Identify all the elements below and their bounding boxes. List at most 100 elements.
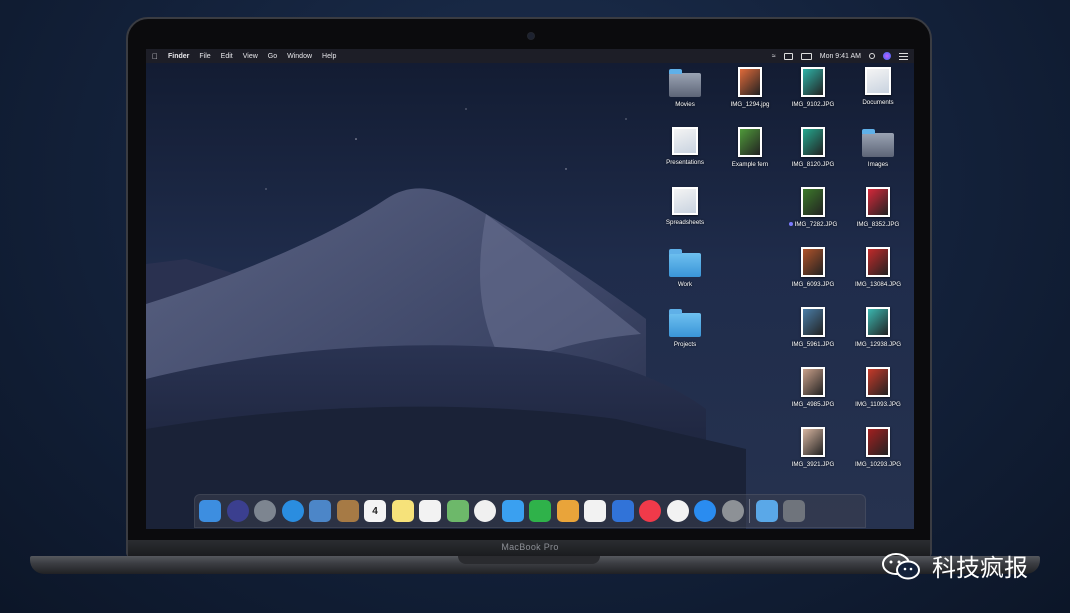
desktop-icon[interactable]: IMG_8352.JPG [848, 187, 908, 228]
document-stack-icon [672, 187, 698, 215]
desktop-icon[interactable]: Example fern [720, 127, 780, 168]
desktop-icon-label: IMG_6093.JPG [783, 281, 843, 288]
desktop-icon[interactable]: IMG_10293.JPG [848, 427, 908, 468]
desktop-icon[interactable]: IMG_1294.jpg [720, 67, 780, 108]
desktop-icon-label: Documents [848, 99, 908, 106]
folder-icon [862, 129, 894, 157]
photo-thumbnail-icon [801, 247, 825, 277]
messages-icon[interactable] [501, 500, 524, 522]
desktop-icon-name: IMG_7282.JPG [794, 221, 838, 228]
calendar-icon[interactable]: 4 [364, 500, 386, 522]
siri-icon[interactable] [883, 52, 891, 60]
photo-thumbnail-icon [738, 127, 762, 157]
photo-thumbnail-icon [801, 367, 825, 397]
desktop-icon-label: IMG_11093.JPG [848, 401, 908, 408]
numbers-icon[interactable] [584, 500, 606, 522]
desktop-icon[interactable]: Work [655, 247, 715, 288]
news-icon[interactable] [639, 500, 661, 522]
apple-logo-icon[interactable]:  [152, 52, 158, 61]
app-store-icon[interactable] [694, 500, 716, 522]
model-label: MacBook Pro [501, 542, 559, 552]
lid-opening-notch [458, 556, 600, 564]
spotlight-search-icon[interactable] [869, 53, 875, 59]
system-preferences-icon[interactable] [721, 500, 744, 522]
desktop-icon[interactable]: Movies [655, 67, 715, 108]
desktop-icon-label: IMG_7282.JPG [783, 221, 843, 228]
desktop-icon-label: Spreadsheets [655, 219, 715, 226]
desktop-icon-name: Movies [675, 101, 695, 108]
desktop-icon-label: Presentations [655, 159, 715, 166]
desktop-icon-label: Images [848, 161, 908, 168]
wechat-icon [882, 552, 920, 579]
desktop-icon-label: IMG_9102.JPG [783, 101, 843, 108]
desktop-icon[interactable]: IMG_6093.JPG [783, 247, 843, 288]
photo-thumbnail-icon [801, 127, 825, 157]
photo-thumbnail-icon [866, 247, 890, 277]
menu-go[interactable]: Go [268, 53, 277, 60]
desktop-icon[interactable]: IMG_8120.JPG [783, 127, 843, 168]
desktop-icon[interactable]: Presentations [655, 127, 715, 166]
menu-view[interactable]: View [243, 53, 258, 60]
desktop-icon-label: Example fern [720, 161, 780, 168]
launchpad-icon[interactable] [254, 500, 276, 522]
desktop-icon-name: IMG_8120.JPG [791, 161, 835, 168]
battery-icon[interactable] [800, 52, 812, 60]
airplay-icon[interactable] [783, 52, 793, 60]
desktop-screen:  Finder File Edit View Go Window Help ≈… [146, 49, 914, 529]
finder-icon[interactable] [199, 500, 221, 522]
desktop-icon[interactable]: IMG_9102.JPG [783, 67, 843, 108]
desktop-icon[interactable]: IMG_12938.JPG [848, 307, 908, 348]
desktop-icon-label: Work [655, 281, 715, 288]
desktop-icon[interactable]: IMG_13084.JPG [848, 247, 908, 288]
folder-icon [669, 309, 701, 337]
desktop-icon[interactable]: IMG_4985.JPG [783, 367, 843, 408]
desktop-icon-label: IMG_1294.jpg [720, 101, 780, 108]
desktop-icon-name: IMG_3921.JPG [791, 461, 835, 468]
desktop-icon-name: IMG_8352.JPG [856, 221, 900, 228]
downloads-folder-icon[interactable] [755, 500, 778, 522]
photo-thumbnail-icon [738, 67, 762, 97]
desktop-icon-name: Work [677, 281, 693, 288]
desktop-icon-label: Movies [655, 101, 715, 108]
document-stack-icon [672, 127, 698, 155]
mail-icon[interactable] [309, 500, 331, 522]
menu-help[interactable]: Help [322, 53, 336, 60]
safari-icon[interactable] [281, 500, 304, 522]
desktop-icon[interactable]: Projects [655, 307, 715, 348]
menu-finder[interactable]: Finder [168, 53, 189, 60]
desktop-icon-label: IMG_10293.JPG [848, 461, 908, 468]
reminders-icon[interactable] [419, 500, 441, 522]
desktop-icon[interactable]: IMG_7282.JPG [783, 187, 843, 228]
desktop-icon-label: IMG_8120.JPG [783, 161, 843, 168]
facetime-icon[interactable] [529, 500, 551, 522]
wifi-icon[interactable]: ≈ [772, 53, 776, 60]
desktop-icon-name: IMG_4985.JPG [791, 401, 835, 408]
menu-edit[interactable]: Edit [221, 53, 233, 60]
notification-center-icon[interactable] [899, 52, 908, 60]
desktop-icon[interactable]: IMG_3921.JPG [783, 427, 843, 468]
watermark: 科技疯报 [880, 548, 1028, 583]
menu-window[interactable]: Window [287, 53, 312, 60]
photos-icon[interactable] [474, 500, 496, 522]
desktop-icon-name: IMG_1294.jpg [730, 101, 770, 108]
keynote-pages-icon[interactable] [556, 500, 579, 522]
desktop-icon-label: IMG_13084.JPG [848, 281, 908, 288]
desktop-icon-label: Projects [655, 341, 715, 348]
contacts-icon[interactable] [336, 500, 359, 522]
desktop-icon[interactable]: Documents [848, 67, 908, 106]
desktop-icon[interactable]: Spreadsheets [655, 187, 715, 226]
maps-icon[interactable] [446, 500, 469, 522]
menubar-clock[interactable]: Mon 9:41 AM [820, 53, 861, 60]
menu-file[interactable]: File [199, 53, 210, 60]
desktop-icon[interactable]: Images [848, 127, 908, 168]
keynote-icon[interactable] [611, 500, 634, 522]
trash-icon[interactable] [783, 500, 805, 522]
photo-thumbnail-icon [801, 67, 825, 97]
notes-icon[interactable] [391, 500, 414, 522]
music-icon[interactable] [666, 500, 689, 522]
siri-icon[interactable] [226, 500, 249, 522]
desktop-icon-name: IMG_6093.JPG [791, 281, 835, 288]
photo-thumbnail-icon [801, 187, 825, 217]
desktop-icon[interactable]: IMG_11093.JPG [848, 367, 908, 408]
desktop-icon[interactable]: IMG_5961.JPG [783, 307, 843, 348]
